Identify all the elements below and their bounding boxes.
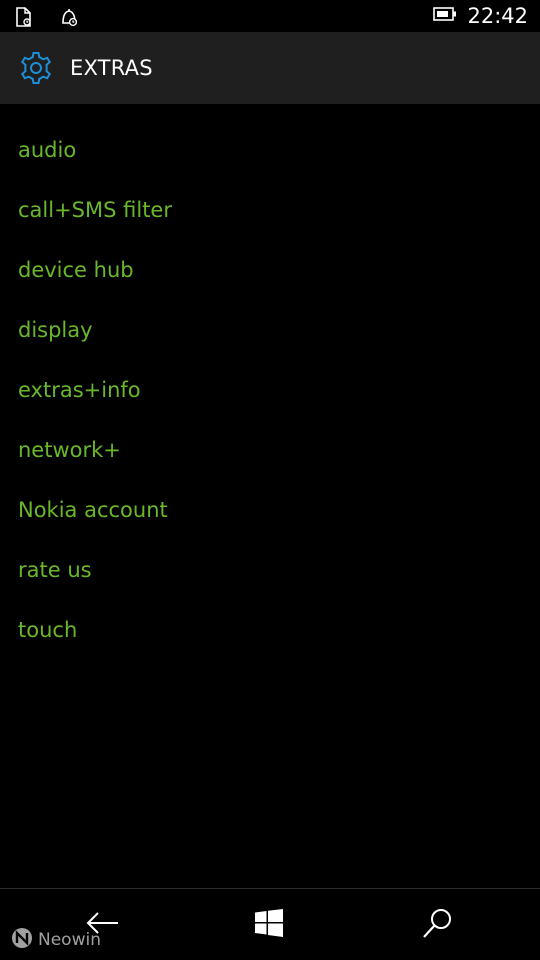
menu-item-display[interactable]: display [0, 300, 540, 360]
extras-menu: audio call+SMS filter device hub display… [0, 120, 540, 660]
status-bar: 22:42 [0, 0, 540, 32]
windows-start-icon [253, 908, 285, 942]
menu-item-network[interactable]: network+ [0, 420, 540, 480]
alarm-notification-icon [58, 6, 80, 32]
page-title: EXTRAS [70, 56, 153, 80]
status-time: 22:42 [467, 4, 528, 28]
watermark-text: Neowin [38, 930, 101, 950]
battery-icon [433, 6, 457, 26]
menu-item-extras-info[interactable]: extras+info [0, 360, 540, 420]
menu-item-device-hub[interactable]: device hub [0, 240, 540, 300]
start-button[interactable] [249, 905, 289, 945]
search-icon [421, 906, 455, 944]
menu-item-rate-us[interactable]: rate us [0, 540, 540, 600]
search-button[interactable] [418, 905, 458, 945]
app-header: EXTRAS [0, 32, 540, 104]
doc-notification-icon [14, 6, 34, 32]
menu-item-nokia-account[interactable]: Nokia account [0, 480, 540, 540]
status-right: 22:42 [433, 3, 528, 29]
menu-item-call-sms-filter[interactable]: call+SMS filter [0, 180, 540, 240]
gear-icon [18, 50, 54, 86]
neowin-watermark: Neowin [10, 926, 101, 954]
menu-item-audio[interactable]: audio [0, 120, 540, 180]
neowin-logo-icon [10, 926, 34, 954]
status-left-icons [14, 6, 80, 32]
menu-item-touch[interactable]: touch [0, 600, 540, 660]
screen: 22:42 EXTRAS audio call+SMS filter devic… [0, 0, 540, 960]
